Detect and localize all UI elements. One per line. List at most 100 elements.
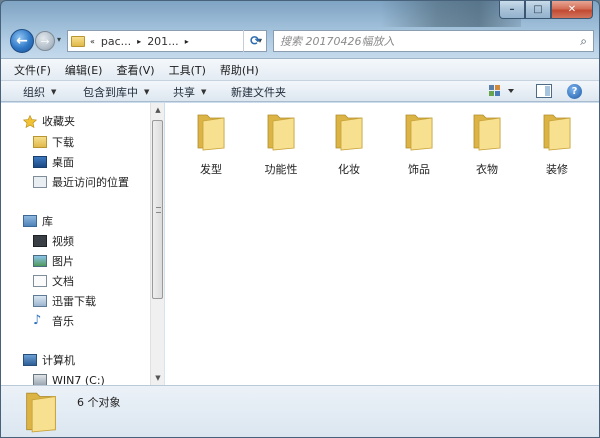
sidebar-item-videos[interactable]: 视频 xyxy=(33,232,74,250)
chevron-down-icon: ▼ xyxy=(51,88,57,96)
document-icon xyxy=(33,275,47,287)
folder-item[interactable]: 发型 xyxy=(181,111,241,176)
address-overflow[interactable]: « xyxy=(90,37,95,46)
folder-icon xyxy=(71,35,85,47)
chevron-right-icon[interactable]: ▸ xyxy=(185,37,189,46)
folder-label: 饰品 xyxy=(408,163,430,176)
back-button[interactable]: ← xyxy=(10,29,34,53)
folder-icon xyxy=(335,114,363,151)
sidebar-item-pictures[interactable]: 图片 xyxy=(33,252,74,270)
sidebar-item-label: 桌面 xyxy=(52,156,74,169)
sidebar-libraries-header[interactable]: 库 xyxy=(23,212,53,230)
maximize-button[interactable]: □ xyxy=(525,1,551,19)
picture-icon xyxy=(33,255,47,267)
title-bar[interactable]: – □ ✕ xyxy=(1,1,599,27)
folder-icon xyxy=(26,392,56,433)
music-note-icon: ♪ xyxy=(33,313,42,328)
navigation-pane: 收藏夹 下载 桌面 最近访问的位置 库 视频 图片 文档 迅雷下载 ♪ 音乐 计… xyxy=(1,103,164,387)
sidebar-item-label: 视频 xyxy=(52,235,74,248)
include-in-library-button[interactable]: 包含到库中 ▼ xyxy=(83,84,149,100)
sidebar-item-thunder-downloads[interactable]: 迅雷下载 xyxy=(33,292,96,310)
grip-icon xyxy=(156,207,161,213)
folder-icon xyxy=(543,114,571,151)
sidebar-item-label: 文档 xyxy=(52,275,74,288)
sidebar-item-documents[interactable]: 文档 xyxy=(33,272,74,290)
refresh-icon[interactable]: ⟳ xyxy=(243,30,267,52)
folder-label: 装修 xyxy=(546,163,568,176)
help-icon[interactable]: ? xyxy=(567,84,582,99)
sidebar-header-label: 计算机 xyxy=(42,354,75,367)
sidebar-item-downloads[interactable]: 下载 xyxy=(33,133,74,151)
command-toolbar: 组织 ▼ 包含到库中 ▼ 共享 ▼ 新建文件夹 ? xyxy=(1,80,599,102)
sidebar-item-music[interactable]: ♪ 音乐 xyxy=(33,312,74,330)
new-folder-button[interactable]: 新建文件夹 xyxy=(231,84,286,100)
details-pane: 6 个对象 xyxy=(1,385,599,437)
sidebar-item-label: 音乐 xyxy=(52,315,74,328)
star-icon xyxy=(22,114,38,129)
download-folder-icon xyxy=(33,136,47,148)
folder-icon xyxy=(267,114,295,151)
recent-pages-dropdown-icon[interactable]: ▾ xyxy=(57,35,61,44)
folder-label: 功能性 xyxy=(264,163,298,176)
folder-item[interactable]: 装修 xyxy=(527,111,587,176)
recent-places-icon xyxy=(33,176,47,188)
menu-view[interactable]: 查看(V) xyxy=(116,62,154,78)
scrollbar-thumb[interactable] xyxy=(152,120,163,299)
forward-button[interactable]: → xyxy=(35,31,55,51)
organize-label: 组织 xyxy=(23,86,45,99)
address-segment[interactable]: pac... xyxy=(101,35,131,48)
thunder-download-icon xyxy=(33,295,47,307)
window-controls: – □ ✕ xyxy=(499,1,593,19)
folder-label: 发型 xyxy=(200,163,222,176)
file-list: 发型 功能性 化妆 饰品 衣物 装修 xyxy=(165,103,599,385)
chevron-down-icon: ▼ xyxy=(144,88,150,96)
sidebar-item-label: 图片 xyxy=(52,255,74,268)
folder-label: 衣物 xyxy=(476,163,498,176)
explorer-window: – □ ✕ ← → ▾ « pac... ▸ 201... ▸ ▾ ⟳ 搜索 2… xyxy=(0,0,600,438)
chevron-right-icon[interactable]: ▸ xyxy=(137,37,141,46)
new-folder-label: 新建文件夹 xyxy=(231,86,286,99)
folder-icon xyxy=(473,114,501,151)
sidebar-favorites-header[interactable]: 收藏夹 xyxy=(22,112,75,130)
sidebar-item-recent-places[interactable]: 最近访问的位置 xyxy=(33,173,129,191)
menu-tools[interactable]: 工具(T) xyxy=(169,62,206,78)
desktop-icon xyxy=(33,156,47,168)
video-icon xyxy=(33,235,47,247)
chevron-down-icon: ▼ xyxy=(201,88,207,96)
minimize-button[interactable]: – xyxy=(499,1,525,19)
menu-edit[interactable]: 编辑(E) xyxy=(65,62,103,78)
folder-item[interactable]: 功能性 xyxy=(251,111,311,176)
folder-item[interactable]: 衣物 xyxy=(457,111,517,176)
sidebar-item-label: 迅雷下载 xyxy=(52,295,96,308)
folder-icon xyxy=(405,114,433,151)
folder-label: 化妆 xyxy=(338,163,360,176)
preview-pane-icon[interactable] xyxy=(536,84,552,101)
view-options-icon[interactable] xyxy=(488,84,516,101)
sidebar-header-label: 收藏夹 xyxy=(42,115,75,128)
navigation-scrollbar[interactable]: ▲ ▼ xyxy=(150,103,164,385)
sidebar-header-label: 库 xyxy=(42,215,53,228)
share-label: 共享 xyxy=(173,86,195,99)
menu-bar: 文件(F) 编辑(E) 查看(V) 工具(T) 帮助(H) xyxy=(1,58,599,80)
share-button[interactable]: 共享 ▼ xyxy=(173,84,206,100)
folder-item[interactable]: 饰品 xyxy=(389,111,449,176)
menu-file[interactable]: 文件(F) xyxy=(14,62,51,78)
folder-icon xyxy=(197,114,225,151)
library-icon xyxy=(23,215,37,227)
search-icon[interactable]: ⌕ xyxy=(580,34,587,49)
address-segment[interactable]: 201... xyxy=(147,35,179,48)
close-button[interactable]: ✕ xyxy=(551,1,593,19)
sidebar-item-desktop[interactable]: 桌面 xyxy=(33,153,74,171)
sidebar-computer-header[interactable]: 计算机 xyxy=(23,351,75,369)
menu-help[interactable]: 帮助(H) xyxy=(220,62,259,78)
address-bar[interactable]: « pac... ▸ 201... ▸ ▾ xyxy=(67,30,267,52)
organize-button[interactable]: 组织 ▼ xyxy=(23,84,56,100)
scroll-up-icon[interactable]: ▲ xyxy=(151,103,165,117)
folder-item[interactable]: 化妆 xyxy=(319,111,379,176)
scroll-down-icon[interactable]: ▼ xyxy=(151,371,165,385)
search-input[interactable]: 搜索 20170426幅放入 ⌕ xyxy=(273,30,594,52)
sidebar-item-label: 下载 xyxy=(52,136,74,149)
sidebar-item-label: 最近访问的位置 xyxy=(52,176,129,189)
include-in-library-label: 包含到库中 xyxy=(83,86,138,99)
item-count: 6 个对象 xyxy=(77,396,121,409)
